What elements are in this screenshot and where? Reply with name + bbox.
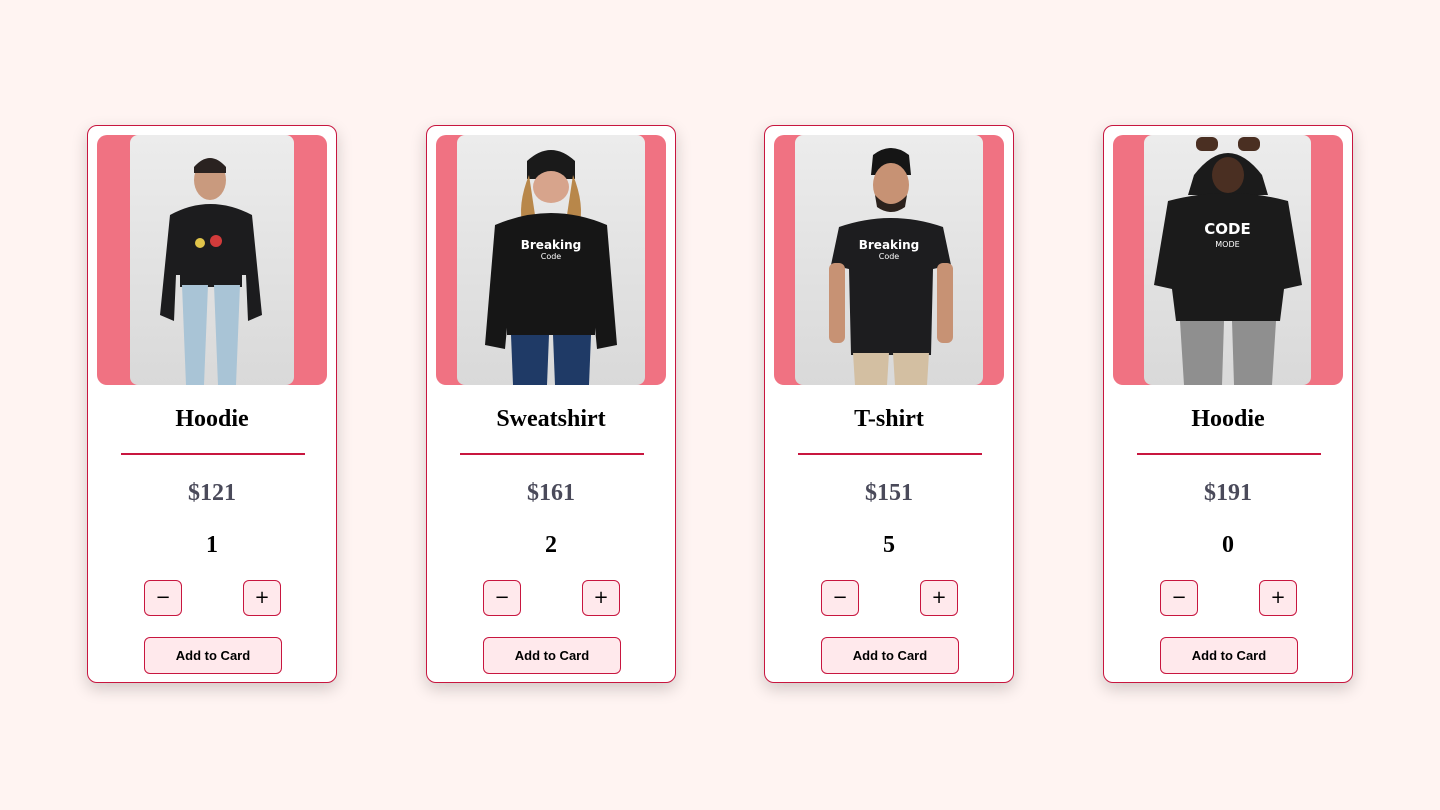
add-to-cart-button[interactable]: Add to Card xyxy=(1160,637,1298,674)
increase-quantity-button[interactable]: + xyxy=(920,580,958,616)
print-subtext: Code xyxy=(540,252,562,261)
shirt-print: CODE MODE xyxy=(1144,221,1311,253)
print-subtext: MODE xyxy=(1215,240,1240,249)
product-price: $161 xyxy=(527,480,575,506)
product-name: T-shirt xyxy=(854,406,924,432)
divider xyxy=(1137,453,1321,455)
add-to-cart-button[interactable]: Add to Card xyxy=(821,637,959,674)
shirt-print: Breaking Code xyxy=(795,239,983,263)
decrease-quantity-button[interactable]: − xyxy=(483,580,521,616)
product-image-frame: Breaking Code xyxy=(774,135,1004,385)
increase-quantity-button[interactable]: + xyxy=(582,580,620,616)
product-photo: CODE MODE xyxy=(1144,135,1311,385)
quantity-value: 1 xyxy=(206,532,218,558)
product-photo: Breaking Code xyxy=(795,135,983,385)
quantity-value: 5 xyxy=(883,532,895,558)
product-price: $121 xyxy=(188,480,236,506)
increase-quantity-button[interactable]: + xyxy=(243,580,281,616)
increase-quantity-button[interactable]: + xyxy=(1259,580,1297,616)
add-to-cart-button[interactable]: Add to Card xyxy=(483,637,621,674)
quantity-value: 0 xyxy=(1222,532,1234,558)
add-to-cart-button[interactable]: Add to Card xyxy=(144,637,282,674)
product-photo xyxy=(130,135,294,385)
divider xyxy=(460,453,644,455)
decrease-quantity-button[interactable]: − xyxy=(821,580,859,616)
product-card: Hoodie $121 1 − + Add to Card xyxy=(87,125,337,683)
product-name: Hoodie xyxy=(1191,406,1265,432)
product-name: Sweatshirt xyxy=(496,406,606,432)
product-card: Breaking Code Sweatshirt $161 2 − + Add … xyxy=(426,125,676,683)
print-text: CODE xyxy=(1204,220,1251,238)
print-text: Breaking xyxy=(858,238,920,252)
product-card: CODE MODE Hoodie $191 0 − + Add to Card xyxy=(1103,125,1353,683)
divider xyxy=(121,453,305,455)
shirt-print: Breaking Code xyxy=(457,239,645,263)
decrease-quantity-button[interactable]: − xyxy=(144,580,182,616)
product-image-frame: CODE MODE xyxy=(1113,135,1343,385)
product-photo: Breaking Code xyxy=(457,135,645,385)
decrease-quantity-button[interactable]: − xyxy=(1160,580,1198,616)
product-image-frame xyxy=(97,135,327,385)
model-silhouette-icon xyxy=(1154,137,1302,385)
product-name: Hoodie xyxy=(175,406,249,432)
product-price: $151 xyxy=(865,480,913,506)
product-price: $191 xyxy=(1204,480,1252,506)
print-text: Breaking xyxy=(520,238,582,252)
model-silhouette-icon xyxy=(160,158,262,385)
product-image-frame: Breaking Code xyxy=(436,135,666,385)
divider xyxy=(798,453,982,455)
print-subtext: Code xyxy=(878,252,900,261)
quantity-value: 2 xyxy=(545,532,557,558)
product-card: Breaking Code T-shirt $151 5 − + Add to … xyxy=(764,125,1014,683)
